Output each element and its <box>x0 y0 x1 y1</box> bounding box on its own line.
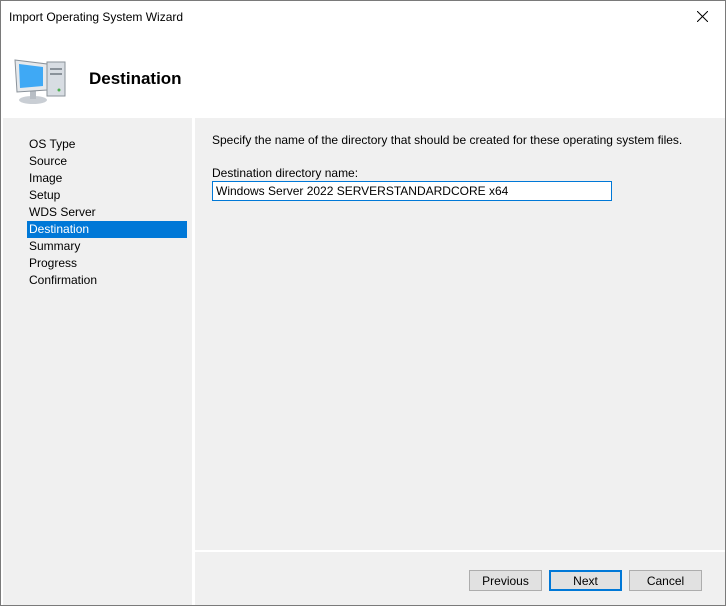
cancel-button[interactable]: Cancel <box>629 570 702 591</box>
destination-label: Destination directory name: <box>212 166 359 180</box>
step-confirmation: Confirmation <box>29 273 98 287</box>
page-title: Destination <box>89 69 182 88</box>
step-destination: Destination <box>27 221 187 238</box>
previous-button[interactable]: Previous <box>469 570 542 591</box>
close-button[interactable] <box>679 1 725 32</box>
step-os-type: OS Type <box>29 137 76 151</box>
next-button[interactable]: Next <box>549 570 622 591</box>
step-source: Source <box>29 154 68 168</box>
destination-directory-input[interactable] <box>212 181 612 201</box>
instructions-text: Specify the name of the directory that s… <box>212 133 683 147</box>
close-icon <box>696 11 708 22</box>
wizard-steps-sidebar: OS Type Source Image Setup WDS Server De… <box>3 118 192 605</box>
wizard-header: Destination <box>1 32 725 117</box>
content-panel: Specify the name of the directory that s… <box>195 118 725 550</box>
computer-icon <box>14 59 66 104</box>
step-setup: Setup <box>29 188 61 202</box>
step-wds-server: WDS Server <box>29 205 96 219</box>
button-bar: Previous Next Cancel <box>195 552 725 605</box>
step-image: Image <box>29 171 63 185</box>
wizard-window: Import Operating System Wizard Destinati… <box>0 0 726 606</box>
step-summary: Summary <box>29 239 81 253</box>
title-bar: Import Operating System Wizard <box>1 1 725 32</box>
window-title: Import Operating System Wizard <box>9 10 184 24</box>
step-progress: Progress <box>29 256 78 270</box>
